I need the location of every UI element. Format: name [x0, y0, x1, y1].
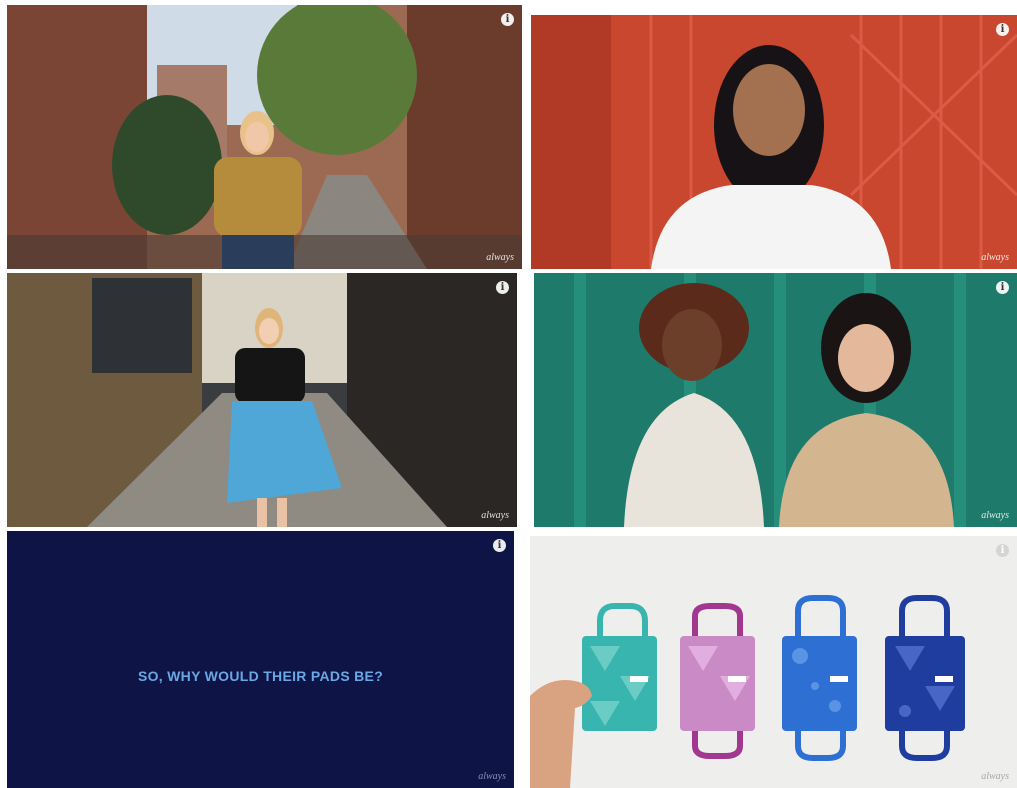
- video-thumbnail-3[interactable]: i always: [7, 273, 517, 527]
- street-scene-image: [7, 5, 522, 269]
- brand-watermark: always: [981, 252, 1009, 263]
- alley-scene-image: [7, 273, 517, 527]
- video-thumbnail-2[interactable]: i always: [531, 15, 1017, 269]
- info-icon[interactable]: i: [501, 13, 514, 26]
- brand-watermark: always: [481, 510, 509, 521]
- brand-watermark: always: [981, 510, 1009, 521]
- pad-packages-image: [530, 595, 965, 788]
- video-thumbnail-5[interactable]: SO, WHY WOULD THEIR PADS BE? i always: [7, 531, 514, 788]
- info-icon[interactable]: i: [996, 281, 1009, 294]
- brand-watermark: always: [478, 771, 506, 782]
- green-doors-scene-image: [534, 273, 1017, 527]
- brand-watermark: always: [981, 771, 1009, 782]
- info-icon[interactable]: i: [493, 539, 506, 552]
- info-icon[interactable]: i: [496, 281, 509, 294]
- video-thumbnail-4[interactable]: i always: [534, 273, 1017, 527]
- info-icon[interactable]: i: [996, 544, 1009, 557]
- video-thumbnail-1[interactable]: i always: [7, 5, 522, 269]
- info-icon[interactable]: i: [996, 23, 1009, 36]
- video-thumbnail-6[interactable]: i always: [530, 536, 1017, 788]
- brand-watermark: always: [486, 252, 514, 263]
- caption-text: SO, WHY WOULD THEIR PADS BE?: [137, 668, 384, 684]
- red-gate-scene-image: [531, 15, 1017, 269]
